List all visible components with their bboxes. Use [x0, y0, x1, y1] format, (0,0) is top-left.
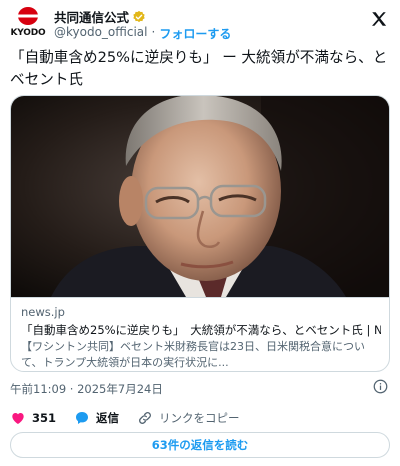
verified-badge-icon	[133, 10, 145, 22]
portrait-photo	[11, 96, 389, 297]
info-icon[interactable]	[373, 379, 388, 394]
heart-icon	[12, 413, 24, 424]
read-replies-button[interactable]: 63件の返信を読む	[10, 432, 390, 458]
reply-action[interactable]: 返信	[74, 410, 119, 426]
kyodo-logo-text: KYODO	[10, 28, 46, 38]
copy-link-label: リンクをコピー	[159, 411, 240, 425]
tweet-timestamp[interactable]: 午前11:09 · 2025年7月24日	[10, 381, 163, 397]
kyodo-avatar[interactable]: KYODO	[10, 6, 46, 42]
tweet-text: 「自動車含め25%に逆戻りも」 ー 大統領が不満なら、とベセント氏	[10, 49, 388, 88]
speech-bubble-icon	[76, 412, 89, 424]
tweet-header: KYODO 共同通信公式 @kyodo_official · フォローする	[10, 6, 390, 42]
link-icon	[139, 412, 151, 424]
like-action[interactable]: 351	[10, 410, 56, 426]
account-name-row[interactable]: 共同通信公式	[54, 7, 146, 26]
kyodo-logo-icon	[18, 7, 38, 25]
x-logo-icon[interactable]	[370, 10, 388, 28]
card-description: 【ワシントン共同】ベセント米財務長官は23日、日米関税合意について、トランプ大統…	[21, 340, 365, 369]
handle-separator: ·	[151, 25, 156, 39]
reply-label: 返信	[96, 411, 120, 425]
card-title[interactable]: 「自動車含め25%に逆戻りも」 大統領が不満なら、とベセント氏 | NEWSjp	[21, 322, 381, 339]
link-card[interactable]: news.jp 「自動車含め25%に逆戻りも」 大統領が不満なら、とベセント氏 …	[10, 95, 390, 372]
like-count: 351	[32, 411, 57, 425]
card-domain: news.jp	[21, 305, 65, 319]
card-meta[interactable]: news.jp 「自動車含め25%に逆戻りも」 大統領が不満なら、とベセント氏 …	[11, 297, 389, 371]
card-image[interactable]	[11, 96, 389, 297]
follow-button[interactable]: フォローする	[159, 25, 231, 42]
action-bar: 351 返信 リンクをコピー	[10, 408, 258, 428]
copy-link-action[interactable]: リンクをコピー	[137, 410, 240, 426]
account-name[interactable]: 共同通信公式	[54, 7, 129, 26]
account-handle[interactable]: @kyodo_official	[54, 25, 148, 42]
handle-row: @kyodo_official · フォローする	[54, 25, 231, 42]
